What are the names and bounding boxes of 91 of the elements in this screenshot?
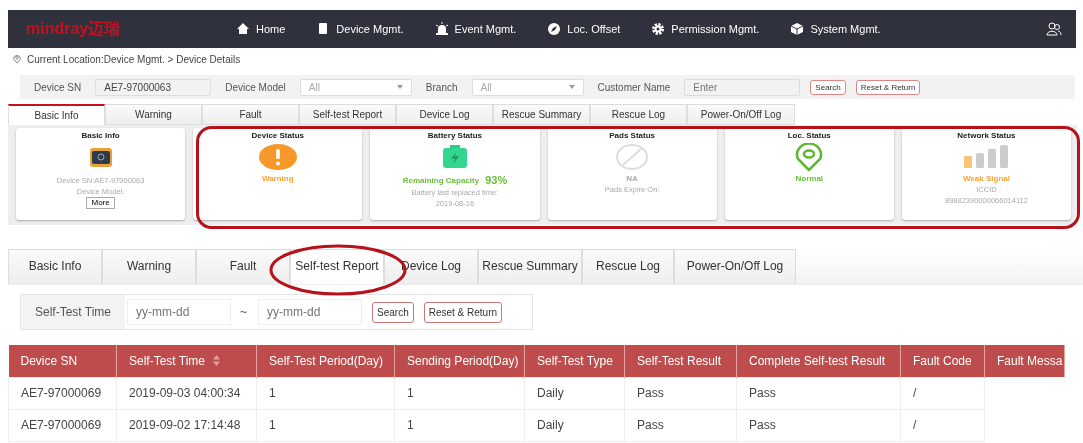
table-cell: Pass	[736, 377, 901, 409]
caret-icon	[568, 85, 575, 89]
tab[interactable]: Self-test Report	[290, 249, 384, 284]
column-header: Device SN	[8, 345, 117, 377]
table-cell: Daily	[524, 377, 625, 409]
card-title: Battery Status	[427, 131, 483, 140]
tab[interactable]: Fault	[196, 249, 290, 284]
prohibited-icon	[616, 144, 649, 170]
table-cell: 2019-09-02 17:14:48	[116, 409, 257, 441]
status-label: Weak Signal	[962, 174, 1010, 183]
column-header: Self-Test Type	[524, 345, 625, 377]
warning-icon	[258, 144, 297, 170]
table-cell: /	[900, 377, 985, 409]
tab[interactable]: Basic Info	[8, 104, 105, 125]
defibrillator-icon	[88, 145, 113, 169]
column-header: Self-Test Result	[624, 345, 737, 377]
nav-link[interactable]: Device Mgmt.	[316, 22, 404, 36]
table-cell: 1	[256, 409, 395, 441]
user-icon	[1046, 22, 1062, 36]
status-label: Remaining Capacity	[402, 175, 480, 185]
gear-icon	[651, 22, 666, 36]
location-pin-icon	[794, 143, 825, 171]
signal-icon	[963, 145, 1010, 169]
input-field[interactable]: AE7-97000063	[95, 78, 212, 96]
card-title: Basic Info	[81, 131, 120, 140]
date-field[interactable]: yy-mm-dd	[258, 299, 362, 325]
button[interactable]: Search	[372, 301, 414, 323]
table-cell: 2019-09-03 04:00:34	[116, 377, 257, 409]
table-cell: Pass	[624, 409, 737, 441]
input-field[interactable]: Enter	[684, 78, 801, 96]
card-title: Device Status	[251, 131, 304, 140]
tab[interactable]: Basic Info	[8, 249, 102, 284]
tab[interactable]: Rescue Summary	[478, 249, 582, 284]
caret-icon	[396, 85, 403, 89]
breadcrumb: Current Location:Device Mgmt. > Device Details	[27, 53, 241, 65]
date-field[interactable]: yy-mm-dd	[127, 299, 231, 325]
status-label: NA	[626, 174, 638, 183]
button[interactable]: Reset & Return	[855, 79, 921, 95]
tab[interactable]: Rescue Log	[582, 249, 674, 284]
tab[interactable]: Rescue Summary	[493, 104, 590, 125]
card-title: Network Status	[957, 131, 1016, 140]
column-header: Complete Self-test Result	[736, 345, 901, 377]
logo: mindray迈瑞	[26, 18, 122, 39]
button[interactable]: Search	[810, 79, 846, 95]
separator: ~	[240, 305, 247, 319]
siren-icon	[434, 22, 449, 36]
tab[interactable]: Rescue Log	[590, 104, 687, 125]
card-title: Loc. Status	[787, 131, 831, 140]
status-label: Warning	[261, 174, 294, 183]
table-cell: 1	[256, 377, 395, 409]
button[interactable]: Reset & Return	[423, 301, 503, 323]
sort-icon	[213, 354, 221, 366]
nav-link[interactable]: Loc. Offset	[547, 22, 621, 36]
field-label: Self-Test Time	[34, 305, 112, 319]
field-label: Device SN	[33, 81, 83, 93]
nav-link[interactable]: Permission Mgmt.	[651, 22, 760, 36]
table-cell: AE7-97000069	[8, 409, 117, 441]
column-header[interactable]: Self-Test Time	[116, 345, 257, 377]
tab[interactable]: Fault	[202, 104, 299, 125]
table-cell: Pass	[624, 377, 737, 409]
column-header: Fault Messa	[984, 345, 1065, 377]
column-header: Fault Code	[900, 345, 985, 377]
compass-icon	[547, 22, 562, 36]
tab[interactable]: Warning	[105, 104, 202, 125]
tab[interactable]: Device Log	[396, 104, 493, 125]
tab[interactable]: Warning	[102, 249, 196, 284]
table-cell: 1	[394, 377, 525, 409]
field-label: Branch	[424, 81, 459, 93]
column-header: Self-Test Period(Day)	[256, 345, 395, 377]
tab[interactable]: Self-test Report	[299, 104, 396, 125]
box-icon	[790, 22, 805, 36]
card-title: Pads Status	[609, 131, 655, 140]
table-cell: Pass	[736, 409, 901, 441]
tab[interactable]: Power-On/Off Log	[687, 104, 795, 125]
table-cell: Daily	[524, 409, 625, 441]
battery-icon	[441, 145, 468, 169]
location-icon	[12, 54, 22, 64]
column-header: Sending Period(Day)	[394, 345, 525, 377]
field-label: Device Model	[224, 81, 287, 93]
status-value: 93%	[485, 174, 508, 186]
nav-link[interactable]: Event Mgmt.	[434, 22, 517, 36]
tab[interactable]: Power-On/Off Log	[674, 249, 796, 284]
table-cell: /	[900, 409, 985, 441]
more-button[interactable]: More	[86, 197, 115, 209]
home-icon	[236, 22, 250, 36]
status-label: Normal	[795, 174, 824, 183]
table-cell: AE7-97000069	[8, 377, 117, 409]
table-cell: 1	[394, 409, 525, 441]
nav-link[interactable]: Home	[236, 22, 286, 36]
nav-link[interactable]: System Mgmt.	[790, 22, 881, 36]
field-label: Customer Name	[596, 81, 672, 93]
